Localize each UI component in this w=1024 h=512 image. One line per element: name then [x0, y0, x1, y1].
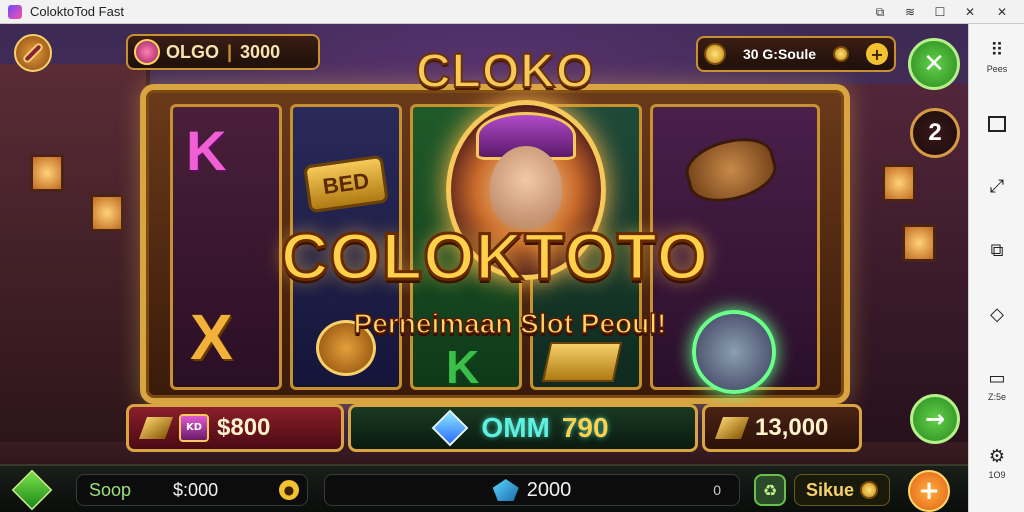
arrow-gold-icon	[714, 417, 750, 439]
bet-right-value: 13,000	[755, 414, 829, 441]
layers-icon: ⧉	[990, 239, 1004, 261]
diamond-icon: ◇	[990, 303, 1004, 325]
window-title: ColoktoTod Fast	[30, 4, 124, 19]
token-icon	[833, 46, 850, 62]
skill-pill[interactable]: Sikue	[794, 474, 890, 506]
shop-label: Soop	[89, 479, 132, 500]
currency-value: 3000	[240, 41, 281, 62]
symbol-portrait	[692, 310, 776, 394]
background-window	[902, 224, 936, 262]
window-icon	[985, 112, 1009, 136]
sidebar-item-resize[interactable]: ⤢	[969, 174, 1024, 198]
symbol-gold-bar	[541, 342, 623, 382]
next-arrow-button[interactable]: →	[910, 394, 960, 444]
spin-label: OMM	[481, 412, 550, 443]
diamond-icon	[432, 409, 469, 447]
sidebar-item-screen[interactable]: ▭ Z:5e	[969, 366, 1024, 403]
total-value: 2000	[526, 478, 572, 501]
settings-icon: ⚙	[988, 445, 1006, 467]
close-game-button[interactable]: ✕	[908, 38, 960, 90]
menu-button[interactable]	[14, 34, 52, 72]
game-subtitle: Perneimaan Slot Peoul!	[353, 307, 667, 340]
currency-pill[interactable]: OLGO | 3000	[126, 34, 320, 70]
skill-icon	[860, 481, 879, 499]
total-suffix: 0	[713, 482, 721, 498]
sidebar-item-window[interactable]	[969, 112, 1024, 136]
add-button[interactable]: +	[908, 470, 950, 512]
maximize-icon[interactable]: ☐	[928, 2, 952, 22]
spin-panel[interactable]: OMM 790	[348, 404, 698, 452]
shop-pill[interactable]: Soop $:000 ●	[76, 474, 308, 506]
shop-value: $:000	[173, 479, 219, 500]
auto-spin-icon[interactable]: ♻	[754, 474, 786, 506]
balance-value: 30 G:Soule	[742, 46, 817, 62]
add-coin-button[interactable]: ●	[279, 480, 299, 500]
bet-left-value: $800	[217, 414, 271, 441]
sidebar-label: 1O9	[988, 470, 1006, 480]
app-icon	[8, 4, 22, 19]
grid-dots-icon: ⠿	[990, 39, 1004, 61]
symbol-k: K	[186, 119, 227, 182]
sidebar-label: Pees	[986, 64, 1008, 74]
picture-in-picture-icon[interactable]: ⧉	[868, 2, 892, 22]
resize-icon: ⤢	[989, 175, 1005, 197]
emulator-sidebar: ⠿ Pees ⤢ ⧉ ◇ ▭ Z:5e ⚙ 1O9	[968, 24, 1024, 512]
bottom-action-bar: Soop $:000 ● 2000 0 ♻ Sikue +	[0, 464, 968, 512]
coin-icon	[704, 43, 726, 65]
window-titlebar: ColoktoTod Fast ⧉ ≋ ☐ ✕ ✕	[0, 0, 1024, 24]
gem-icon	[134, 39, 160, 65]
background-window	[90, 194, 124, 232]
skill-label: Sikue	[805, 479, 855, 500]
chest-icon: KD	[179, 414, 209, 442]
bet-left-panel[interactable]: KD $800	[126, 404, 344, 452]
close-icon[interactable]: ✕	[990, 2, 1014, 22]
minimize-icon[interactable]: ✕	[958, 2, 982, 22]
divider: |	[227, 41, 233, 62]
symbol-k-green: K	[446, 341, 480, 393]
symbol-x: X	[190, 301, 233, 373]
game-title: COLOKTOTO	[279, 218, 710, 295]
sidebar-label: Z:5e	[987, 392, 1006, 402]
bet-right-panel[interactable]: 13,000	[702, 404, 862, 452]
background-window	[882, 164, 916, 202]
star-gem-icon	[492, 479, 519, 501]
balance-pill[interactable]: 30 G:Soule +	[696, 36, 896, 72]
slot-machine-frame: K X BED K CLOKO COLOKTOTO Perneimaan Slo…	[140, 44, 850, 404]
sidebar-item-layers[interactable]: ⧉	[969, 238, 1024, 262]
game-viewport[interactable]: OLGO | 3000 30 G:Soule + ✕ 2 K X BED K C…	[0, 24, 968, 512]
chest-badge: KD	[185, 422, 203, 433]
sidebar-item-pees[interactable]: ⠿ Pees	[969, 38, 1024, 75]
screen-icon: ▭	[988, 367, 1006, 389]
level-badge[interactable]: 2	[910, 108, 960, 158]
background-building-left	[0, 64, 150, 464]
spin-value: 790	[561, 412, 609, 443]
top-logo: CLOKO	[415, 44, 595, 99]
sidebar-item-diamond[interactable]: ◇	[969, 302, 1024, 326]
gem-icon[interactable]	[11, 469, 53, 511]
wifi-icon: ≋	[904, 5, 916, 19]
add-balance-button[interactable]: +	[866, 43, 888, 65]
background-window	[30, 154, 64, 192]
gold-icon	[138, 417, 174, 439]
total-pill[interactable]: 2000 0	[324, 474, 740, 506]
currency-label: OLGO	[166, 41, 219, 62]
sidebar-item-settings[interactable]: ⚙ 1O9	[969, 444, 1024, 481]
